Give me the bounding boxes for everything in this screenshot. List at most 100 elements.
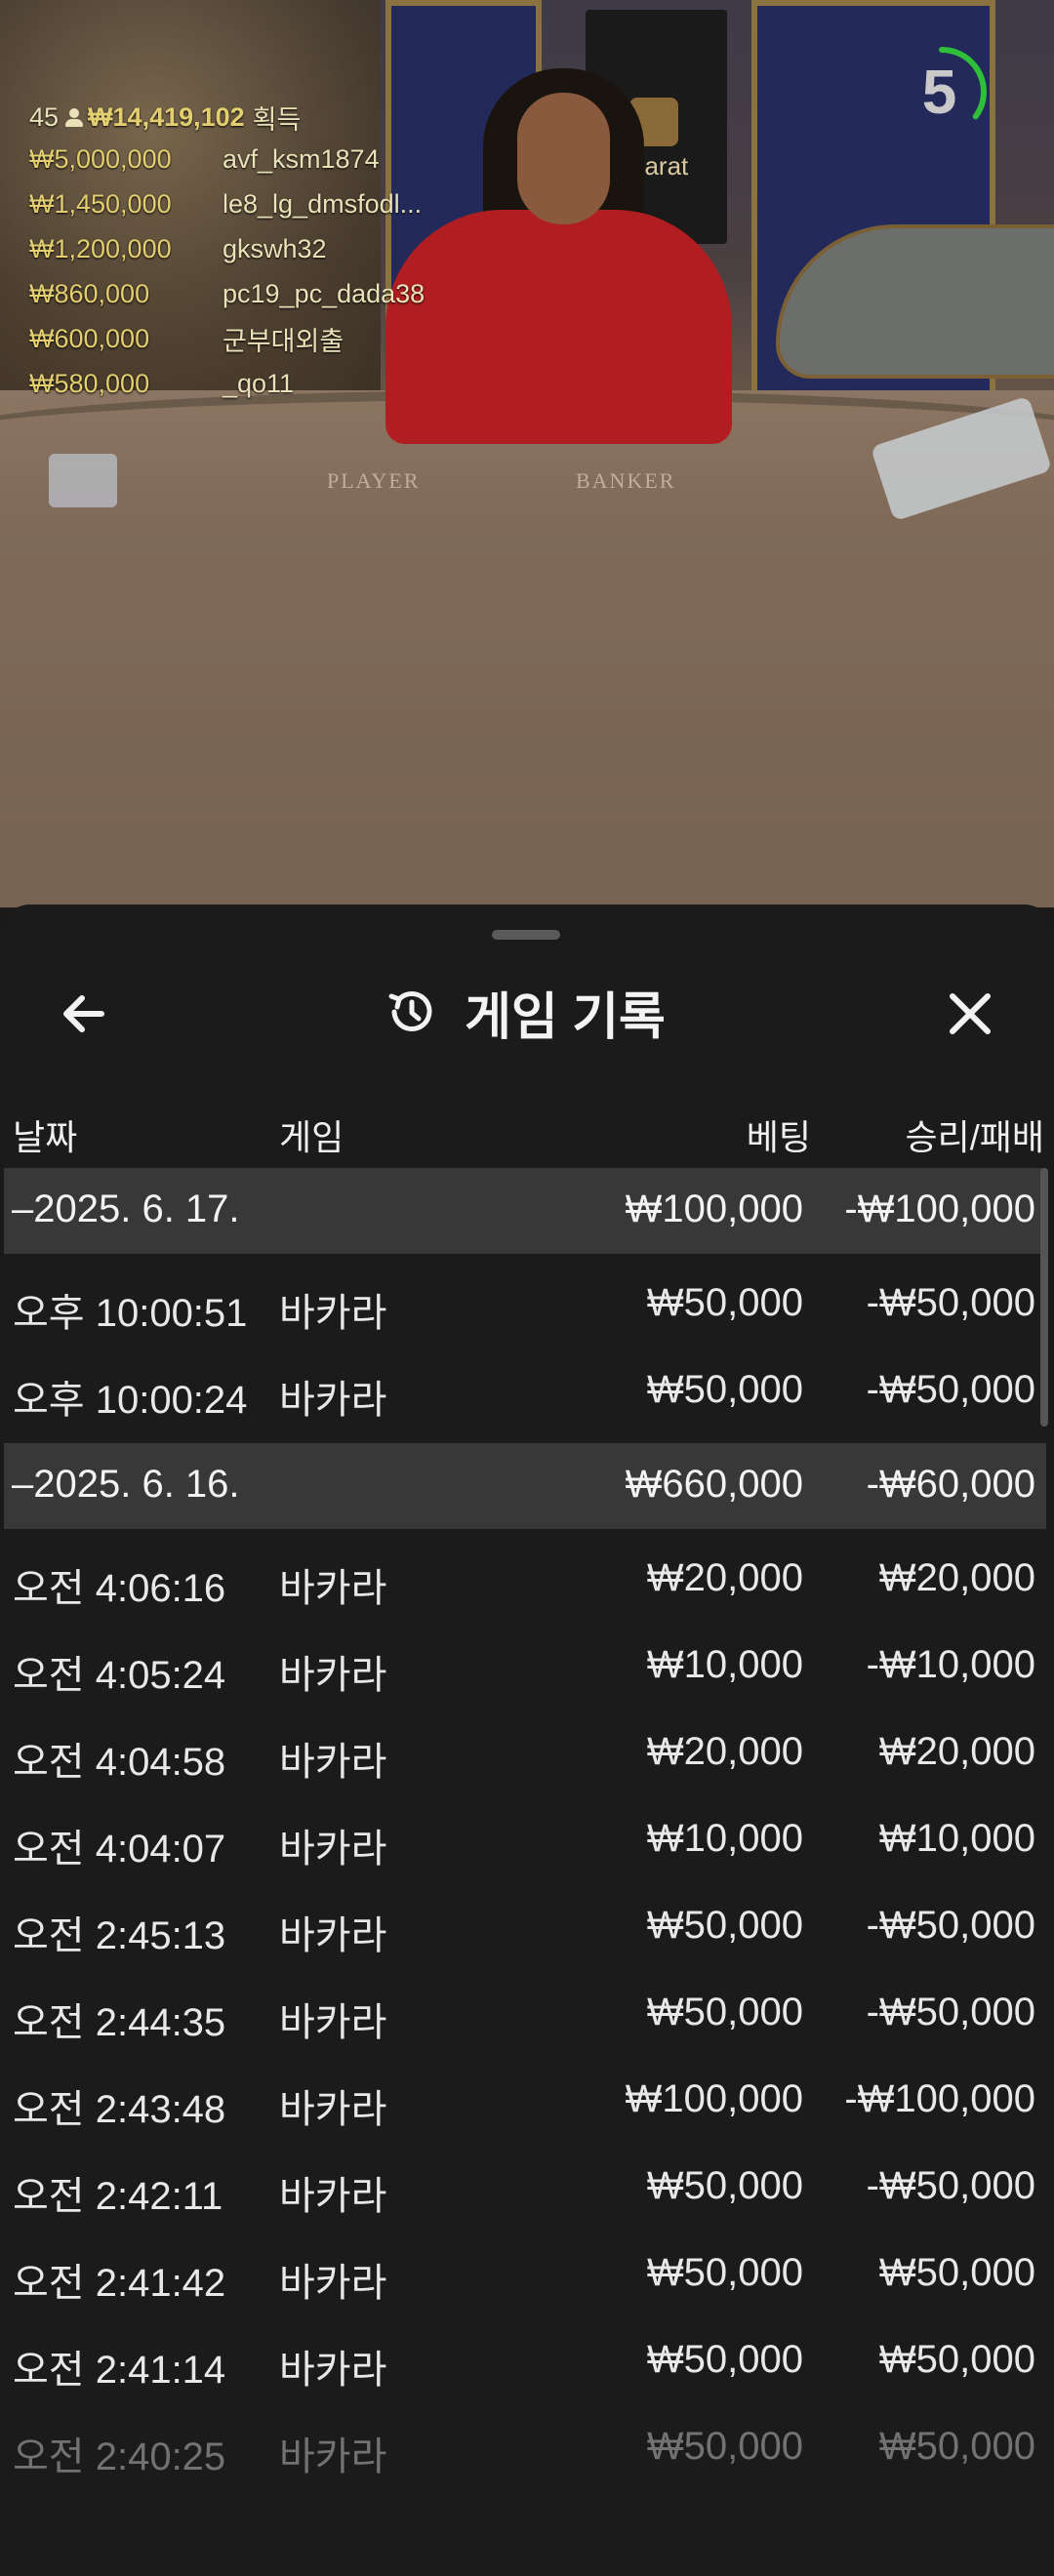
table-row[interactable]: 오전 2:41:14 바카라 ₩50,000 ₩50,000	[4, 2316, 1046, 2403]
group-win-loss-total: -₩60,000	[866, 1463, 1035, 1506]
winner-amount: ₩600,000	[29, 323, 150, 353]
row-time: 오전 4:04:58	[13, 1741, 226, 1784]
table-label-banker: BANKER	[576, 468, 676, 493]
table-row[interactable]: 오전 2:40:25 바카라 ₩50,000 ₩50,000	[4, 2403, 1046, 2490]
winners-overlay: 45 ₩14,419,102 획득 ₩5,000,000 avf_ksm1874 ₩…	[29, 98, 425, 406]
row-win-loss: ₩50,000	[878, 2425, 1035, 2468]
sheet-title-wrap: 게임 기록	[4, 963, 1050, 1061]
player-count: 45	[29, 101, 60, 132]
row-time: 오후 10:00:51	[13, 1292, 248, 1335]
row-bet: ₩10,000	[646, 1817, 803, 1860]
winner-list: ₩5,000,000 avf_ksm1874 ₩1,450,000 le8_lg_dm…	[29, 137, 425, 406]
table-row[interactable]: 오전 2:45:13 바카라 ₩50,000 -₩50,000	[4, 1882, 1046, 1969]
row-bet: ₩50,000	[646, 2164, 803, 2207]
row-bet: ₩50,000	[646, 1368, 803, 1411]
table-row[interactable]: 오전 4:04:58 바카라 ₩20,000 ₩20,000	[4, 1709, 1046, 1795]
table-row[interactable]: 오후 10:00:24 바카라 ₩50,000 -₩50,000	[4, 1347, 1046, 1433]
row-win-loss: -₩50,000	[866, 1991, 1035, 2033]
group-bet-total: ₩100,000	[625, 1187, 803, 1230]
date-group-header[interactable]: –2025. 6. 17. ₩100,000 -₩100,000	[4, 1168, 1046, 1254]
close-button[interactable]	[941, 985, 999, 1043]
row-game: 바카라	[279, 1741, 387, 1784]
date-group-header[interactable]: –2025. 6. 16. ₩660,000 -₩60,000	[4, 1443, 1046, 1529]
row-win-loss: -₩50,000	[866, 1904, 1035, 1947]
winner-row: ₩1,200,000 gkswh32	[29, 226, 425, 271]
total-won-suffix: 획득	[252, 104, 302, 135]
table-label-player: PLAYER	[327, 468, 421, 493]
table-row[interactable]: 오전 4:04:07 바카라 ₩10,000 ₩10,000	[4, 1795, 1046, 1882]
row-bet: ₩50,000	[646, 2338, 803, 2381]
dealer-body	[385, 210, 732, 444]
row-time: 오전 2:41:14	[13, 2349, 226, 2392]
row-bet: ₩20,000	[646, 1556, 803, 1599]
history-list[interactable]: –2025. 6. 17. ₩100,000 -₩100,000 오후 10:0…	[4, 1168, 1050, 2490]
person-icon	[64, 106, 84, 128]
row-time: 오전 4:05:24	[13, 1654, 226, 1697]
row-bet: ₩100,000	[625, 2077, 803, 2120]
group-win-loss-total: -₩100,000	[844, 1187, 1035, 1230]
sheet-drag-handle[interactable]	[492, 930, 560, 940]
row-time: 오전 2:43:48	[13, 2088, 226, 2131]
winner-row: ₩1,450,000 le8_lg_dmsfodl...	[29, 181, 425, 226]
row-game: 바카라	[279, 2349, 387, 2392]
winner-name: _qo11	[223, 368, 295, 398]
table-row[interactable]: 오전 2:44:35 바카라 ₩50,000 -₩50,000	[4, 1969, 1046, 2056]
winner-name: 군부대외출	[223, 326, 345, 356]
dealer-face	[517, 93, 610, 224]
row-win-loss: ₩20,000	[878, 1730, 1035, 1773]
row-win-loss: ₩20,000	[878, 1556, 1035, 1599]
group-date: –2025. 6. 17.	[12, 1187, 240, 1230]
row-time: 오전 4:06:16	[13, 1567, 226, 1610]
row-bet: ₩50,000	[646, 2251, 803, 2294]
row-time: 오전 4:04:07	[13, 1828, 226, 1871]
row-game: 바카라	[279, 1292, 387, 1335]
game-history-sheet: 게임 기록 날짜 게임 베팅 승리/패배 –2025. 6. 17. ₩100,…	[4, 905, 1050, 2576]
row-game: 바카라	[279, 2435, 387, 2478]
column-header-win-loss: 승리/패배	[905, 1117, 1044, 1157]
row-game: 바카라	[279, 1828, 387, 1871]
winner-amount: ₩860,000	[29, 278, 150, 308]
row-game: 바카라	[279, 2088, 387, 2131]
group-bet-total: ₩660,000	[625, 1463, 803, 1506]
row-bet: ₩20,000	[646, 1730, 803, 1773]
row-win-loss: -₩100,000	[844, 2077, 1035, 2120]
table-row[interactable]: 오전 4:05:24 바카라 ₩10,000 -₩10,000	[4, 1622, 1046, 1709]
total-won: ₩14,419,102	[88, 101, 245, 132]
winner-amount: ₩580,000	[29, 368, 150, 398]
live-video-feed: accarat PLAYER BANKER 45 ₩14,419,102 획득 …	[0, 0, 1054, 907]
row-game: 바카라	[279, 1654, 387, 1697]
winner-amount: ₩1,200,000	[29, 233, 172, 263]
row-time: 오전 2:42:11	[13, 2175, 223, 2218]
row-bet: ₩10,000	[646, 1643, 803, 1686]
sheet-title: 게임 기록	[465, 988, 666, 1046]
row-game: 바카라	[279, 2001, 387, 2044]
winner-row: ₩860,000 pc19_pc_dada38	[29, 271, 425, 316]
winner-row: ₩580,000 _qo11	[29, 361, 425, 406]
row-win-loss: ₩50,000	[878, 2251, 1035, 2294]
row-time: 오전 2:41:42	[13, 2262, 226, 2305]
column-header-game: 게임	[279, 1117, 345, 1157]
table-row[interactable]: 오전 2:41:42 바카라 ₩50,000 ₩50,000	[4, 2230, 1046, 2316]
row-bet: ₩50,000	[646, 1904, 803, 1947]
table-row[interactable]: 오후 10:00:51 바카라 ₩50,000 -₩50,000	[4, 1260, 1046, 1347]
group-date: –2025. 6. 16.	[12, 1463, 240, 1506]
row-game: 바카라	[279, 1914, 387, 1957]
row-bet: ₩50,000	[646, 1281, 803, 1324]
table-header: 날짜 게임 베팅 승리/패배	[4, 1100, 1050, 1158]
round-countdown: 5	[897, 41, 1005, 143]
list-scrollbar[interactable]	[1040, 1168, 1048, 1427]
row-win-loss: -₩50,000	[866, 1368, 1035, 1411]
row-game: 바카라	[279, 2262, 387, 2305]
table-row[interactable]: 오전 2:42:11 바카라 ₩50,000 -₩50,000	[4, 2143, 1046, 2230]
table-row[interactable]: 오전 4:06:16 바카라 ₩20,000 ₩20,000	[4, 1535, 1046, 1622]
table-row[interactable]: 오전 2:43:48 바카라 ₩100,000 -₩100,000	[4, 2056, 1046, 2143]
row-win-loss: -₩50,000	[866, 2164, 1035, 2207]
winner-name: le8_lg_dmsfodl...	[223, 188, 423, 219]
winners-summary: 45 ₩14,419,102 획득	[29, 98, 425, 137]
row-game: 바카라	[279, 2175, 387, 2218]
row-bet: ₩50,000	[646, 1991, 803, 2033]
sheet-header: 게임 기록	[4, 963, 1050, 1061]
row-time: 오전 2:45:13	[13, 1914, 226, 1957]
column-header-bet: 베팅	[746, 1117, 811, 1157]
countdown-number: 5	[921, 57, 957, 127]
